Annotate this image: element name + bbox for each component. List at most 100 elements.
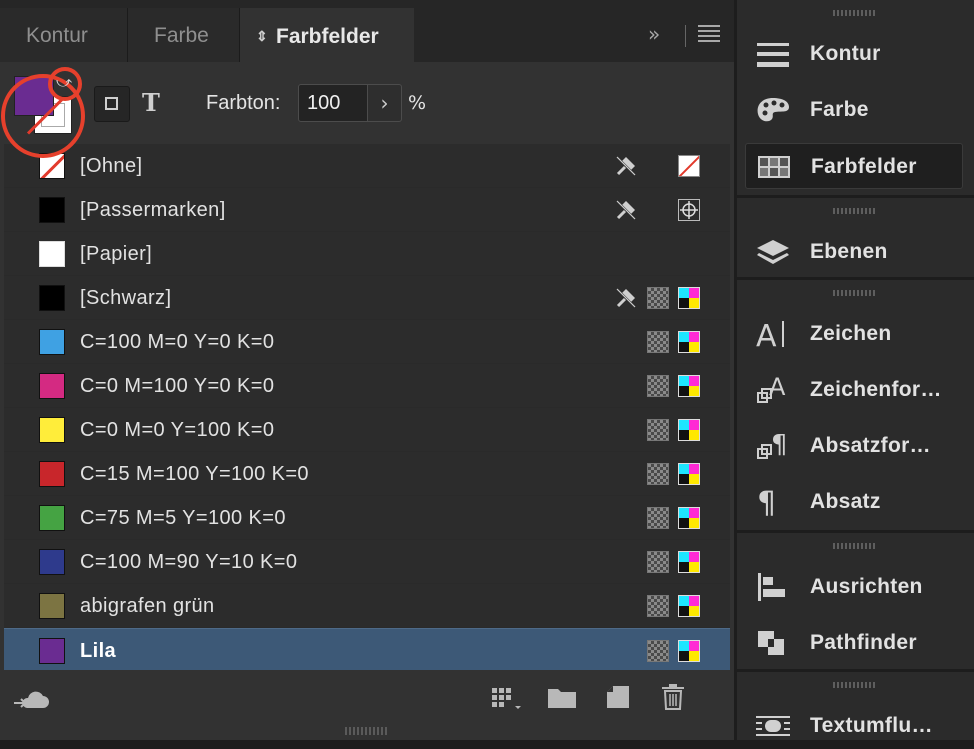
swatch-name: [Papier] [80,243,153,265]
swatch-row[interactable]: abigrafen grün [4,584,730,628]
group-drag-handle[interactable] [833,208,877,214]
swatch-chip [39,505,65,531]
swatch-name: C=100 M=0 Y=0 K=0 [80,331,275,353]
group-drag-handle[interactable] [833,10,877,16]
square-icon [105,97,118,110]
trash-icon[interactable] [661,683,685,711]
cmyk-mode-icon [678,551,700,573]
swatch-row[interactable]: [Papier] [4,232,730,276]
dock-group: Textumflu… [737,672,974,740]
dock-item[interactable]: Pathfinder [745,620,963,666]
tint-unit: % [408,92,427,114]
align-icon [755,572,791,602]
dock-item[interactable]: ¶ Absatzfor… [745,423,963,469]
process-color-icon [647,640,669,662]
dock-group: Ausrichten Pathfinder [737,533,974,669]
swatch-chip [39,461,65,487]
swatch-name: C=0 M=0 Y=100 K=0 [80,419,275,441]
registration-mode-icon [678,199,700,221]
locked-pencil-icon [614,286,638,310]
swatch-name: [Schwarz] [80,287,172,309]
svg-text:¶: ¶ [771,431,788,460]
formatting-container-button[interactable] [94,86,130,122]
locked-pencil-icon [614,154,638,178]
panel-dock: Kontur Farbe Farbfelder Ebenen A Zeichen A Zeic… [737,0,974,740]
swatch-row[interactable]: C=100 M=0 Y=0 K=0 [4,320,730,364]
cmyk-mode-icon [678,419,700,441]
tab-farbfelder[interactable]: ⇕ Farbfelder [240,8,414,62]
cmyk-mode-icon [678,595,700,617]
process-color-icon [647,419,669,441]
panel-footer [0,670,734,730]
dock-group: A Zeichen A Zeichenfor… ¶ Absatzfor… ¶ Absatz [737,280,974,530]
cmyk-mode-icon [678,375,700,397]
dock-item[interactable]: ¶ Absatz [745,479,963,525]
new-swatch-icon[interactable] [605,684,631,710]
show-swatch-kinds-icon[interactable] [490,686,524,712]
dock-item[interactable]: A Zeichenfor… [745,367,963,413]
pathfinder-icon [755,628,791,658]
character-style-icon: A [755,373,791,405]
group-drag-handle[interactable] [833,290,877,296]
tint-slider-toggle[interactable]: › [368,84,402,122]
swatch-row[interactable]: C=15 M=100 Y=100 K=0 [4,452,730,496]
tab-label: Farbe [154,24,209,47]
character-icon: A [755,319,791,354]
swatch-chip [39,549,65,575]
swatch-chip [39,593,65,619]
swatch-chip [39,241,65,267]
swatch-row[interactable]: [Ohne] [4,144,730,188]
swatch-row[interactable]: Lila [4,628,730,672]
cmyk-mode-icon [678,640,700,662]
dock-item-label: Kontur [810,42,881,65]
panel-menu-icon[interactable] [698,25,720,45]
dock-item[interactable]: Farbfelder [745,143,963,189]
new-color-group-icon[interactable] [547,686,577,710]
sort-arrows-icon: ⇕ [256,28,268,44]
cmyk-mode-icon [678,287,700,309]
swatch-row[interactable]: C=75 M=5 Y=100 K=0 [4,496,730,540]
swatch-row[interactable]: [Schwarz] [4,276,730,320]
resize-grip[interactable] [345,727,389,735]
group-drag-handle[interactable] [833,682,877,688]
swatch-name: Lila [80,640,117,662]
swatches-grid-icon [756,152,792,182]
dock-item[interactable]: A Zeichen [745,311,963,357]
dock-item[interactable]: Ebenen [745,229,963,275]
tab-label: Kontur [26,24,88,47]
swatch-toolbar: ⤻ T Farbton: › % [0,62,734,158]
dock-item[interactable]: Kontur [745,31,963,77]
process-color-icon [647,595,669,617]
cc-libraries-icon[interactable] [12,686,50,712]
dock-item[interactable]: Textumflu… [745,703,963,749]
formatting-text-button[interactable]: T [142,88,160,117]
dock-item-label: Ebenen [810,240,888,263]
swatch-row[interactable]: C=100 M=90 Y=10 K=0 [4,540,730,584]
tab-kontur[interactable]: Kontur [0,8,128,62]
swatch-list: [Ohne] [Passermarken] [Papier] [Schwarz] C=1… [4,144,730,672]
layers-icon [755,237,791,267]
text-wrap-icon [755,711,791,741]
dock-group: Ebenen [737,198,974,277]
dock-group: Kontur Farbe Farbfelder [737,0,974,195]
dock-item[interactable]: Ausrichten [745,564,963,610]
swatches-panel: Kontur Farbe ⇕ Farbfelder » ⤻ T Farbton: … [0,0,734,740]
swatch-row[interactable]: C=0 M=0 Y=100 K=0 [4,408,730,452]
tint-input[interactable] [298,84,368,122]
dock-item-label: Ausrichten [810,575,923,598]
process-color-icon [647,287,669,309]
collapse-panel-icon[interactable]: » [648,22,660,46]
dock-item[interactable]: Farbe [745,87,963,133]
group-drag-handle[interactable] [833,543,877,549]
process-color-icon [647,331,669,353]
dock-item-label: Absatz [810,490,881,513]
swatch-name: C=0 M=100 Y=0 K=0 [80,375,275,397]
dock-item-label: Absatzfor… [810,434,931,457]
swatch-name: C=15 M=100 Y=100 K=0 [80,463,309,485]
swatch-row[interactable]: [Passermarken] [4,188,730,232]
swap-fill-stroke-icon[interactable]: ⤻ [54,72,74,92]
palette-icon [755,95,791,125]
swatch-row[interactable]: C=0 M=100 Y=0 K=0 [4,364,730,408]
process-color-icon [647,463,669,485]
tab-farbe[interactable]: Farbe [128,8,240,62]
